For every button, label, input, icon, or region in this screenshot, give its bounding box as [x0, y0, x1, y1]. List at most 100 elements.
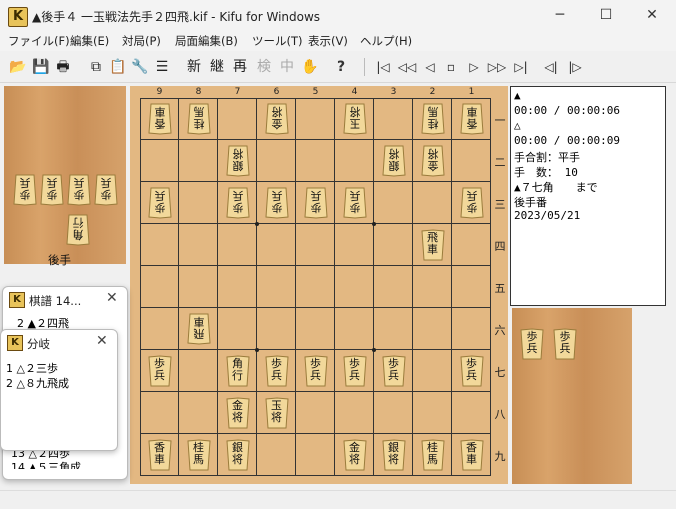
board-square[interactable] — [335, 140, 374, 182]
shogi-piece[interactable]: 歩 兵 — [342, 187, 367, 219]
menu-edit[interactable]: 編集(E) — [70, 33, 109, 49]
shogi-piece[interactable]: 歩 兵 — [553, 328, 577, 360]
board-square[interactable] — [179, 350, 218, 392]
shogi-piece[interactable]: 金 将 — [264, 103, 289, 135]
shogi-piece[interactable]: 金 将 — [225, 397, 250, 429]
continue-button[interactable]: 継 — [208, 56, 226, 78]
back-ten-icon[interactable]: ◁◁ — [396, 56, 418, 78]
board-square[interactable] — [218, 224, 257, 266]
shogi-piece[interactable]: 玉 将 — [264, 397, 289, 429]
shogi-piece[interactable]: 金 将 — [342, 439, 367, 471]
board-square[interactable] — [452, 392, 491, 434]
board-square[interactable] — [335, 266, 374, 308]
board-square[interactable] — [413, 350, 452, 392]
board-square[interactable] — [140, 308, 179, 350]
branch-item[interactable]: 1 △２三歩 — [6, 360, 58, 376]
kifu-close-icon[interactable]: ✕ — [106, 290, 118, 306]
board-square[interactable] — [296, 434, 335, 476]
shogi-piece[interactable]: 銀 将 — [225, 439, 250, 471]
branch-item[interactable]: 2 △８九飛成 — [6, 375, 69, 391]
board-square[interactable] — [257, 266, 296, 308]
board-square[interactable] — [218, 308, 257, 350]
shogi-piece[interactable]: 歩 兵 — [303, 187, 328, 219]
board-square[interactable] — [413, 182, 452, 224]
list-icon[interactable]: ☰ — [152, 56, 172, 78]
board-square[interactable] — [179, 224, 218, 266]
board-square[interactable] — [296, 224, 335, 266]
shogi-piece[interactable]: 桂 馬 — [420, 439, 445, 471]
shogi-piece[interactable]: 歩 兵 — [94, 174, 118, 206]
board-square[interactable] — [140, 140, 179, 182]
maximize-button[interactable]: ☐ — [583, 0, 629, 31]
shogi-piece[interactable]: 歩 兵 — [459, 355, 484, 387]
interrupt-button[interactable]: 中 — [278, 56, 296, 78]
shogi-piece[interactable]: 歩 兵 — [147, 355, 172, 387]
menu-position-edit[interactable]: 局面編集(B) — [175, 33, 238, 49]
help-icon[interactable]: ? — [333, 56, 349, 78]
board-square[interactable] — [179, 266, 218, 308]
shogi-piece[interactable]: 歩 兵 — [225, 187, 250, 219]
first-move-icon[interactable]: |◁ — [372, 56, 394, 78]
shogi-piece[interactable]: 香 車 — [147, 103, 172, 135]
branch-forward-icon[interactable]: |▷ — [564, 56, 586, 78]
board-square[interactable] — [257, 434, 296, 476]
board-square[interactable] — [140, 266, 179, 308]
shogi-piece[interactable]: 歩 兵 — [264, 355, 289, 387]
board-square[interactable] — [374, 308, 413, 350]
stop-icon[interactable]: ▫ — [443, 56, 459, 78]
branch-back-icon[interactable]: ◁| — [540, 56, 562, 78]
shogi-piece[interactable]: 歩 兵 — [147, 187, 172, 219]
shogi-piece[interactable]: 歩 兵 — [459, 187, 484, 219]
review-button[interactable]: 検 — [255, 56, 273, 78]
tools-icon[interactable]: 🔧 — [130, 56, 150, 78]
board-square[interactable] — [374, 224, 413, 266]
board-square[interactable] — [257, 224, 296, 266]
shogi-piece[interactable]: 銀 将 — [381, 145, 406, 177]
shogi-piece[interactable]: 歩 兵 — [303, 355, 328, 387]
board-square[interactable] — [140, 392, 179, 434]
board-square[interactable] — [140, 224, 179, 266]
shogi-piece[interactable]: 玉 将 — [342, 103, 367, 135]
board-square[interactable] — [257, 140, 296, 182]
new-game-button[interactable]: 新 — [185, 56, 203, 78]
board-square[interactable] — [335, 392, 374, 434]
shogi-piece[interactable]: 桂 馬 — [420, 103, 445, 135]
open-folder-icon[interactable]: 📂 — [8, 56, 28, 78]
board-square[interactable] — [218, 98, 257, 140]
board-square[interactable] — [413, 308, 452, 350]
shogi-piece[interactable]: 歩 兵 — [381, 355, 406, 387]
board-square[interactable] — [413, 266, 452, 308]
board-square[interactable] — [218, 266, 257, 308]
shogi-piece[interactable]: 歩 兵 — [40, 174, 64, 206]
shogi-piece[interactable]: 角 行 — [66, 214, 90, 246]
print-icon[interactable]: 🖶 — [53, 56, 73, 78]
board-square[interactable] — [374, 182, 413, 224]
board-square[interactable] — [296, 308, 335, 350]
board-square[interactable] — [257, 308, 296, 350]
shogi-piece[interactable]: 金 将 — [420, 145, 445, 177]
forward-icon[interactable]: ▷ — [464, 56, 484, 78]
minimize-button[interactable]: ─ — [537, 0, 583, 31]
board-square[interactable] — [335, 308, 374, 350]
shogi-piece[interactable]: 桂 馬 — [186, 103, 211, 135]
shogi-piece[interactable]: 飛 車 — [186, 313, 211, 345]
shogi-piece[interactable]: 歩 兵 — [264, 187, 289, 219]
copy-icon[interactable]: ⧉ — [86, 56, 106, 78]
shogi-piece[interactable]: 香 車 — [459, 103, 484, 135]
save-icon[interactable]: 💾 — [31, 56, 51, 78]
board-square[interactable] — [374, 98, 413, 140]
board-square[interactable] — [296, 266, 335, 308]
back-icon[interactable]: ◁ — [420, 56, 440, 78]
menu-game[interactable]: 対局(P) — [122, 33, 161, 49]
shogi-piece[interactable]: 歩 兵 — [342, 355, 367, 387]
shogi-piece[interactable]: 歩 兵 — [67, 174, 91, 206]
board-square[interactable] — [452, 308, 491, 350]
shogi-piece[interactable]: 角 行 — [225, 355, 250, 387]
replay-button[interactable]: 再 — [231, 56, 249, 78]
shogi-piece[interactable]: 銀 将 — [225, 145, 250, 177]
shogi-piece[interactable]: 桂 馬 — [186, 439, 211, 471]
close-button[interactable]: ✕ — [629, 0, 675, 31]
shogi-piece[interactable]: 香 車 — [459, 439, 484, 471]
menu-view[interactable]: 表示(V) — [308, 33, 348, 49]
shogi-piece[interactable]: 飛 車 — [420, 229, 445, 261]
